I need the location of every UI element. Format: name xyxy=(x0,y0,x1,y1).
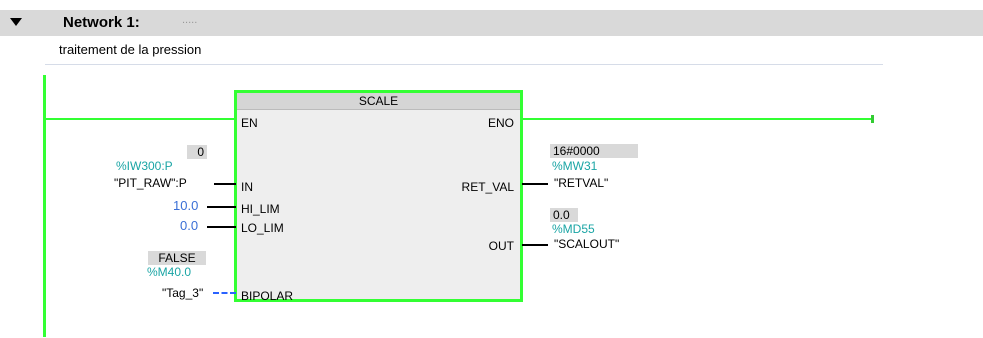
in-address[interactable]: %IW300:P xyxy=(116,159,173,173)
out-pin[interactable]: OUT xyxy=(489,239,514,253)
block-title-bar: SCALE xyxy=(237,93,520,110)
ret-val-address[interactable]: %MW31 xyxy=(552,159,597,173)
hi-lim-connector xyxy=(207,206,236,208)
en-wire[interactable] xyxy=(43,118,236,120)
lo-lim-connector xyxy=(207,226,236,228)
in-connector xyxy=(214,183,236,185)
out-live-value: 0.0 xyxy=(550,208,578,222)
collapse-arrow-icon[interactable] xyxy=(10,18,22,26)
out-tag[interactable]: "SCALOUT" xyxy=(554,237,619,251)
en-pin[interactable]: EN xyxy=(241,116,258,130)
wire-end-marker xyxy=(871,115,874,123)
bipolar-live-value: FALSE xyxy=(148,251,206,265)
network-comment: traitement de la pression xyxy=(59,42,202,57)
in-pin[interactable]: IN xyxy=(241,180,253,194)
in-live-value: 0 xyxy=(187,145,207,159)
network-comment-box[interactable]: traitement de la pression xyxy=(45,36,883,65)
ret-val-live-value: 16#0000 xyxy=(550,144,638,158)
ret-val-tag[interactable]: "RETVAL" xyxy=(554,176,608,190)
out-address[interactable]: %MD55 xyxy=(552,222,595,236)
out-connector xyxy=(522,244,548,246)
ret-val-pin[interactable]: RET_VAL xyxy=(462,180,514,194)
bipolar-pin[interactable]: BIPOLAR xyxy=(241,289,293,303)
lo-lim-constant[interactable]: 0.0 xyxy=(180,219,198,233)
bipolar-address[interactable]: %M40.0 xyxy=(147,265,191,279)
bipolar-connector xyxy=(213,292,236,294)
block-name: SCALE xyxy=(358,94,399,108)
in-tag[interactable]: "PIT_RAW":P xyxy=(114,176,187,190)
lo-lim-pin[interactable]: LO_LIM xyxy=(241,221,284,235)
network-title: Network 1: xyxy=(63,14,140,31)
ret-val-connector xyxy=(522,183,548,185)
network-header[interactable]: Network 1: ..... xyxy=(0,10,983,36)
eno-wire[interactable] xyxy=(522,118,872,120)
hi-lim-constant[interactable]: 10.0 xyxy=(173,199,198,213)
network-title-placeholder[interactable]: ..... xyxy=(182,14,197,26)
hi-lim-pin[interactable]: HI_LIM xyxy=(241,202,280,216)
scale-function-block[interactable]: SCALE EN ENO IN HI_LIM LO_LIM BIPOLAR RE… xyxy=(234,90,523,303)
power-rail xyxy=(43,75,46,337)
eno-pin[interactable]: ENO xyxy=(488,116,514,130)
bipolar-tag[interactable]: "Tag_3" xyxy=(162,286,203,300)
